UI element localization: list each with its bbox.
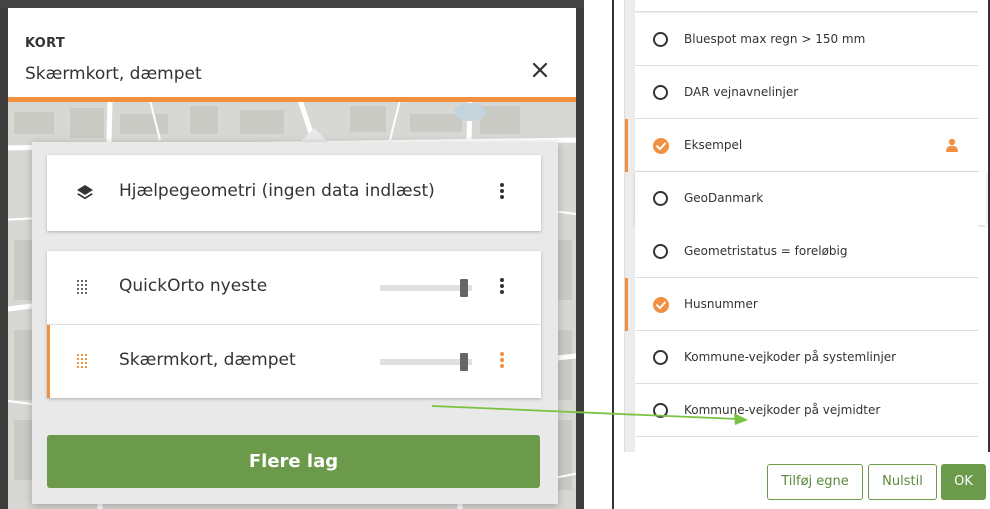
helper-layer-label: Hjælpegeometri (ingen data indlæst) <box>119 181 435 201</box>
opacity-slider[interactable] <box>380 353 472 371</box>
panel-title: Skærmkort, dæmpet <box>25 64 202 84</box>
layer-menu-button[interactable] <box>497 276 507 300</box>
slider-track <box>380 359 472 365</box>
layer-option-label: Eksempel <box>684 138 743 152</box>
layer-label: QuickOrto nyeste <box>119 276 268 296</box>
user-icon <box>946 138 958 152</box>
radio-unchecked-icon <box>653 350 668 365</box>
layer-option[interactable]: Kommune-vejkoder på systemlinjer <box>635 331 978 384</box>
layer-row-skaermkort[interactable]: Skærmkort, dæmpet <box>47 325 541 398</box>
reset-button[interactable]: Nulstil <box>868 464 937 500</box>
ok-button[interactable]: OK <box>941 464 986 500</box>
selected-indicator <box>625 119 628 172</box>
add-own-button[interactable]: Tilføj egne <box>767 464 863 500</box>
drag-handle-icon[interactable] <box>77 280 91 294</box>
checkmark-icon <box>653 138 669 154</box>
panel-subtitle: KORT <box>25 36 66 51</box>
radio-unchecked-icon <box>653 244 668 259</box>
popover-caret <box>300 128 328 142</box>
layer-option-label: Geometristatus = foreløbig <box>684 244 848 258</box>
layer-selector-list: Bluespot max regn > 150 mm DAR vejnavnel… <box>624 0 986 452</box>
checkmark-icon <box>653 297 669 313</box>
panel-border <box>612 0 614 509</box>
layer-option-label: Kommune-vejkoder på vejmidter <box>684 403 881 417</box>
panel-border <box>576 0 584 509</box>
list-item <box>635 0 978 12</box>
radio-unchecked-icon <box>653 85 668 100</box>
panel-border <box>0 0 8 509</box>
layer-option-selected[interactable]: Eksempel <box>625 119 978 172</box>
opacity-slider[interactable] <box>380 279 472 297</box>
map-layer-panel: KORT Skærmkort, dæmpet Hjælpegeometri (i… <box>0 0 584 509</box>
radio-unchecked-icon <box>653 403 668 418</box>
list-item <box>635 437 978 452</box>
drag-handle-icon[interactable] <box>77 354 91 368</box>
helper-layer-card[interactable]: Hjælpegeometri (ingen data indlæst) <box>47 155 541 231</box>
panel-border <box>0 0 584 8</box>
slider-thumb[interactable] <box>460 353 468 371</box>
layer-option-label: GeoDanmark <box>684 191 764 205</box>
slider-thumb[interactable] <box>460 279 468 297</box>
layer-option[interactable]: Geometristatus = foreløbig <box>635 225 978 278</box>
more-layers-button[interactable]: Flere lag <box>47 435 540 488</box>
layer-option-label: DAR vejnavnelinjer <box>684 85 799 99</box>
radio-unchecked-icon <box>653 191 668 206</box>
slider-track <box>380 285 472 291</box>
layer-list-card: QuickOrto nyeste Skærmkort, dæmpet <box>47 251 541 398</box>
layer-option-selected[interactable]: Husnummer <box>625 278 978 331</box>
close-button[interactable] <box>528 58 552 82</box>
layer-option-label: Kommune-vejkoder på systemlinjer <box>684 350 897 364</box>
layer-option[interactable]: Bluespot max regn > 150 mm <box>635 13 978 66</box>
radio-unchecked-icon <box>653 32 668 47</box>
layer-option[interactable]: DAR vejnavnelinjer <box>635 66 978 119</box>
panel-header <box>8 8 576 100</box>
selected-indicator <box>625 278 628 331</box>
layer-label: Skærmkort, dæmpet <box>119 350 296 370</box>
header-accent-bar <box>8 97 576 102</box>
layer-option-label: Husnummer <box>684 297 758 311</box>
layer-row-quickorto[interactable]: QuickOrto nyeste <box>47 251 541 324</box>
helper-layer-menu-button[interactable] <box>497 181 507 205</box>
layer-option[interactable]: Kommune-vejkoder på vejmidter <box>635 384 978 437</box>
layer-menu-button[interactable] <box>497 350 507 374</box>
layer-option[interactable]: GeoDanmark <box>635 172 986 225</box>
layers-icon <box>77 185 93 200</box>
active-indicator <box>47 325 50 398</box>
layer-option-label: Bluespot max regn > 150 mm <box>684 32 866 46</box>
close-icon <box>532 62 548 78</box>
